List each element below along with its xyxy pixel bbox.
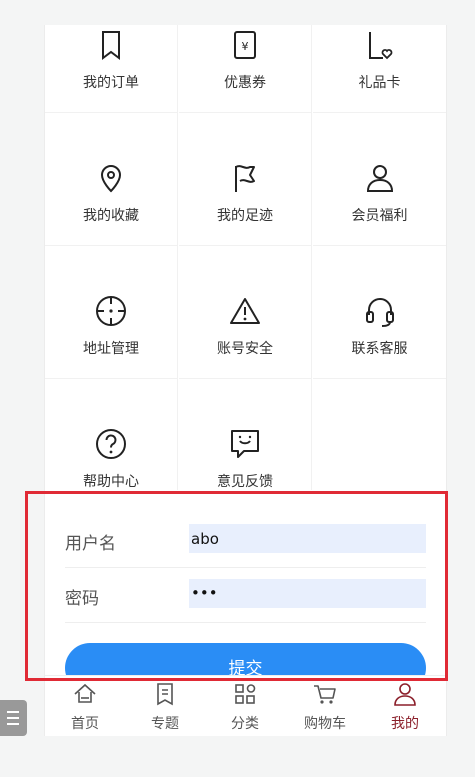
tab-label: 分类	[231, 716, 259, 732]
help-icon	[96, 429, 126, 459]
password-input[interactable]: •••	[189, 579, 426, 608]
menu-icon	[7, 723, 19, 725]
grid-item-account-security[interactable]: 账号安全	[179, 246, 312, 379]
username-label: 用户名	[65, 534, 116, 554]
tab-category[interactable]: 分类	[205, 676, 285, 736]
grid-item-coupons[interactable]: ¥ 优惠券	[179, 25, 312, 113]
grid-item-label: 会员福利	[351, 208, 408, 224]
username-row: 用户名	[65, 512, 426, 568]
gift-card-icon	[368, 32, 392, 60]
topic-icon	[157, 683, 173, 706]
menu-icon	[7, 717, 19, 719]
grid-item-label: 意见反馈	[217, 474, 273, 490]
location-pin-icon	[100, 165, 122, 193]
grid-item-footprints[interactable]: 我的足迹	[179, 113, 312, 246]
category-icon	[235, 684, 256, 704]
grid-item-label: 优惠券	[224, 75, 266, 91]
bottom-tab-bar: 首页 专题 分类 购物车 我的	[45, 675, 446, 736]
headset-icon	[365, 298, 394, 327]
warning-icon	[230, 298, 260, 324]
username-input[interactable]	[189, 524, 426, 553]
password-row: 密码 •••	[65, 567, 426, 623]
grid-item-member-benefits[interactable]: 会员福利	[313, 113, 446, 246]
tab-label: 购物车	[304, 716, 346, 732]
cart-icon	[314, 685, 336, 704]
bookmark-icon	[102, 31, 120, 60]
menu-icon	[7, 711, 19, 713]
tab-cart[interactable]: 购物车	[285, 676, 365, 736]
feedback-icon	[231, 430, 259, 458]
grid-item-label: 地址管理	[83, 341, 139, 357]
flag-icon	[235, 165, 255, 192]
grid-item-label: 帮助中心	[83, 474, 139, 490]
coupon-icon: ¥	[234, 31, 256, 59]
crosshair-icon	[96, 296, 126, 326]
grid-item-label: 账号安全	[217, 341, 273, 357]
grid-item-label: 联系客服	[351, 341, 408, 357]
grid-item-favorites[interactable]: 我的收藏	[45, 113, 178, 246]
tab-label: 我的	[391, 716, 419, 732]
grid-item-customer-service[interactable]: 联系客服	[313, 246, 446, 379]
tab-mine[interactable]: 我的	[365, 676, 445, 736]
grid-item-address[interactable]: 地址管理	[45, 246, 178, 379]
svg-text:¥: ¥	[242, 40, 249, 53]
profile-icon	[394, 683, 416, 706]
tab-topics[interactable]: 专题	[125, 676, 205, 736]
grid-item-label: 礼品卡	[358, 75, 401, 91]
tab-home[interactable]: 首页	[45, 676, 125, 736]
grid-item-label: 我的足迹	[217, 208, 273, 224]
tab-label: 首页	[71, 716, 99, 732]
app-screen: 我的订单 ¥ 优惠券 礼品卡 我的收藏 我的足迹 会员福利 地址管理 账号安全 …	[44, 25, 447, 736]
floating-menu-button[interactable]	[0, 700, 27, 736]
grid-item-gift-card[interactable]: 礼品卡	[313, 25, 446, 113]
grid-item-orders[interactable]: 我的订单	[45, 25, 178, 113]
grid-item-label: 我的订单	[83, 75, 139, 91]
home-icon	[74, 683, 96, 703]
tab-label: 专题	[151, 716, 179, 732]
grid-item-label: 我的收藏	[83, 208, 139, 224]
user-icon	[366, 165, 393, 192]
password-label: 密码	[65, 589, 99, 609]
